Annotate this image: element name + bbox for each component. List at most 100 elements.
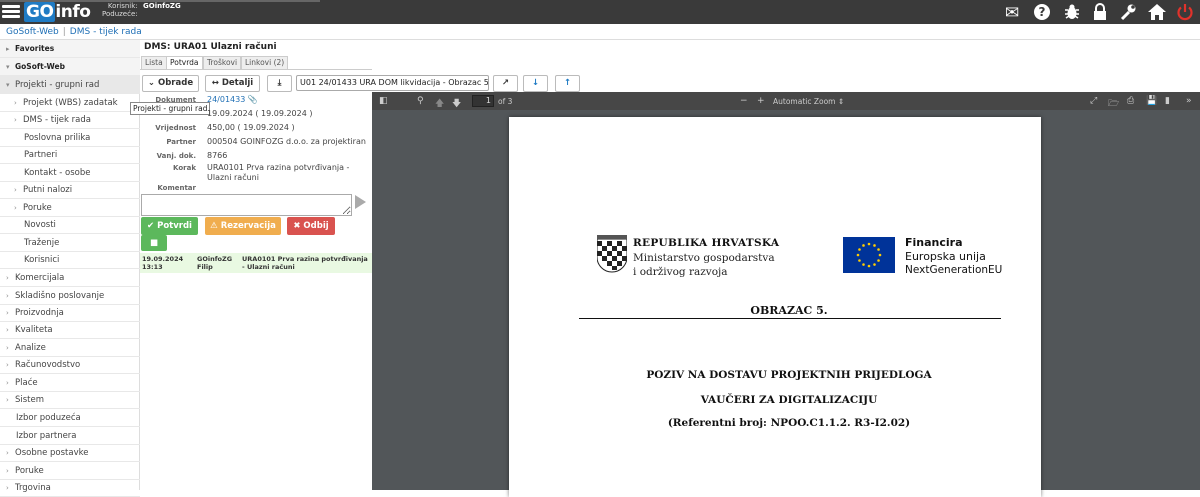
sidebar-item[interactable]: › Poruke bbox=[0, 462, 140, 480]
sidebar-item[interactable]: ▾ GoSoft-Web bbox=[0, 58, 140, 76]
eu-star bbox=[858, 248, 861, 251]
search-icon[interactable]: ⚲ bbox=[417, 96, 424, 106]
sidebar-item-label: Trgovina bbox=[15, 483, 51, 493]
breadcrumb-item[interactable]: DMS - tijek rada bbox=[70, 27, 142, 37]
sidebar-item-label: Projekt (WBS) zadatak bbox=[23, 98, 118, 108]
sidebar-toggle-icon[interactable]: ◧ bbox=[379, 96, 388, 106]
bookmark-icon[interactable]: ▮ bbox=[1165, 96, 1170, 106]
sidebar-item-label: Plaće bbox=[15, 378, 38, 388]
odbij-button[interactable]: ✖ Odbij bbox=[287, 217, 335, 235]
tab-troskovi[interactable]: Troškovi bbox=[203, 56, 242, 69]
sidebar-item[interactable]: › Komercijala bbox=[0, 269, 140, 287]
sidebar-item[interactable]: › Osobne postavke bbox=[0, 444, 140, 462]
lock-icon[interactable] bbox=[1090, 3, 1110, 23]
sidebar-item-label: Izbor poduzeća bbox=[16, 413, 81, 423]
power-icon[interactable] bbox=[1175, 3, 1195, 23]
up-button[interactable]: ↑ bbox=[555, 75, 580, 92]
help-icon[interactable]: ? bbox=[1032, 3, 1052, 23]
sidebar-item-label: Kontakt - osobe bbox=[24, 168, 91, 178]
user-value: GOinfoZG bbox=[143, 2, 181, 10]
sidebar-item[interactable]: › DMS - tijek rada bbox=[0, 111, 140, 129]
komentar-input[interactable] bbox=[141, 194, 352, 216]
zoom-select[interactable]: Automatic Zoom ⇕ bbox=[773, 97, 844, 106]
user-labels: Korisnik: Poduzeće: bbox=[102, 2, 138, 18]
detalji-button[interactable]: ↔ Detalji bbox=[205, 75, 260, 92]
bug-icon[interactable] bbox=[1062, 3, 1082, 23]
save-icon: ■ bbox=[149, 238, 159, 248]
sidebar-item[interactable]: › Poruke bbox=[0, 199, 140, 217]
croatia-coat-of-arms-icon bbox=[597, 235, 627, 273]
sidebar-item[interactable]: › Projekt (WBS) zadatak bbox=[0, 94, 140, 112]
sidebar-item-label: Putni nalozi bbox=[23, 185, 73, 195]
sidebar-item[interactable]: ▾ Projekti - grupni rad bbox=[0, 76, 140, 94]
down-button[interactable]: ↓ bbox=[523, 75, 548, 92]
presentation-icon[interactable]: ⤢ bbox=[1090, 96, 1097, 106]
sidebar-item[interactable]: Kontakt - osobe bbox=[0, 164, 140, 182]
wrench-icon[interactable] bbox=[1118, 3, 1138, 23]
save-button[interactable]: ■ bbox=[141, 235, 167, 251]
open-external-button[interactable]: ↗ bbox=[493, 75, 518, 92]
save-file-icon[interactable]: 💾 bbox=[1146, 96, 1157, 106]
zoom-in-icon[interactable]: + bbox=[757, 96, 765, 106]
app-logo[interactable]: GO info bbox=[24, 2, 91, 22]
sidebar-item-label: Kvaliteta bbox=[15, 325, 53, 335]
obrade-button[interactable]: ⌄ Obrade bbox=[142, 75, 199, 92]
sidebar-item[interactable]: › Proizvodnja bbox=[0, 304, 140, 322]
sidebar-item-label: Poslovna prilika bbox=[24, 133, 91, 143]
download-button[interactable]: ⤓ bbox=[267, 75, 292, 92]
zoom-out-icon[interactable]: − bbox=[740, 96, 748, 106]
scan-select[interactable]: U01 24/01433 URA DOM likvidacija - Obraz… bbox=[296, 75, 489, 91]
chevron-icon: › bbox=[6, 467, 9, 475]
mail-icon[interactable]: ✉ bbox=[1002, 3, 1022, 23]
sidebar-item[interactable]: › Plaće bbox=[0, 374, 140, 392]
sidebar-item[interactable]: › Računovodstvo bbox=[0, 356, 140, 374]
eu-line2: Europska unija bbox=[905, 250, 986, 263]
eu-star bbox=[856, 253, 860, 257]
sidebar-item-label: Izbor partnera bbox=[16, 431, 77, 441]
sidebar-item[interactable]: Partneri bbox=[0, 146, 140, 164]
sidebar-item[interactable]: Poslovna prilika bbox=[0, 129, 140, 147]
tab-potvrda[interactable]: Potvrda bbox=[166, 56, 203, 69]
dokument-link[interactable]: 24/01433 📎 bbox=[207, 95, 367, 105]
sidebar-item[interactable]: Traženje bbox=[0, 234, 140, 252]
tools-icon[interactable]: » bbox=[1186, 96, 1192, 106]
sidebar-item[interactable]: › Kvaliteta bbox=[0, 321, 140, 339]
sidebar-item[interactable]: › Trgovina bbox=[0, 479, 140, 497]
eu-star bbox=[858, 259, 861, 262]
chevron-icon: › bbox=[14, 204, 17, 212]
chevron-icon: › bbox=[14, 99, 17, 107]
page-total: of 3 bbox=[498, 97, 513, 106]
page-number-input[interactable]: 1 bbox=[472, 95, 494, 107]
sidebar-item[interactable]: ▸ Favorites bbox=[0, 40, 140, 58]
doc-line1: POZIV NA DOSTAVU PROJEKTNIH PRIJEDLOGA bbox=[646, 369, 932, 381]
sidebar-item-label: Računovodstvo bbox=[15, 360, 81, 370]
datum-value: 19.09.2024 ( 19.09.2024 ) bbox=[207, 109, 313, 118]
sidebar-item[interactable]: Novosti bbox=[0, 216, 140, 234]
sidebar-item[interactable]: › Skladišno poslovanje bbox=[0, 287, 140, 305]
hamburger-menu-icon[interactable] bbox=[2, 3, 20, 21]
home-icon[interactable] bbox=[1147, 3, 1167, 23]
sidebar-item-label: Traženje bbox=[24, 238, 60, 248]
chevron-icon: › bbox=[6, 396, 9, 404]
vrijednost-value: 450,00 ( 19.09.2024 ) bbox=[207, 123, 295, 132]
chevron-icon: › bbox=[6, 344, 9, 352]
eu-star bbox=[862, 263, 865, 266]
sidebar-item[interactable]: Korisnici bbox=[0, 251, 140, 269]
vanj-dok-label: Vanj. dok. bbox=[156, 152, 196, 160]
eu-star bbox=[877, 248, 880, 251]
chevron-icon: › bbox=[6, 484, 9, 492]
rezervacija-button[interactable]: ⚠ Rezervacija bbox=[205, 217, 281, 235]
sidebar-item[interactable]: Izbor poduzeća bbox=[0, 409, 140, 427]
breadcrumb-item[interactable]: GoSoft-Web bbox=[6, 27, 59, 37]
tab-linkovi[interactable]: Linkovi (2) bbox=[241, 56, 289, 69]
tab-lista[interactable]: Lista bbox=[141, 56, 167, 69]
print-icon[interactable]: ⎙ bbox=[1127, 96, 1134, 106]
potvrdi-button[interactable]: ✔ Potvrdi bbox=[141, 217, 198, 235]
sidebar-item[interactable]: › Putni nalozi bbox=[0, 181, 140, 199]
pdf-page: REPUBLIKA HRVATSKA Ministarstvo gospodar… bbox=[509, 117, 1041, 497]
sidebar-item[interactable]: Izbor partnera bbox=[0, 427, 140, 445]
chevron-icon: › bbox=[6, 292, 9, 300]
sidebar-item[interactable]: › Analize bbox=[0, 339, 140, 357]
send-arrow-icon[interactable] bbox=[355, 195, 366, 209]
sidebar-item[interactable]: › Sistem bbox=[0, 391, 140, 409]
